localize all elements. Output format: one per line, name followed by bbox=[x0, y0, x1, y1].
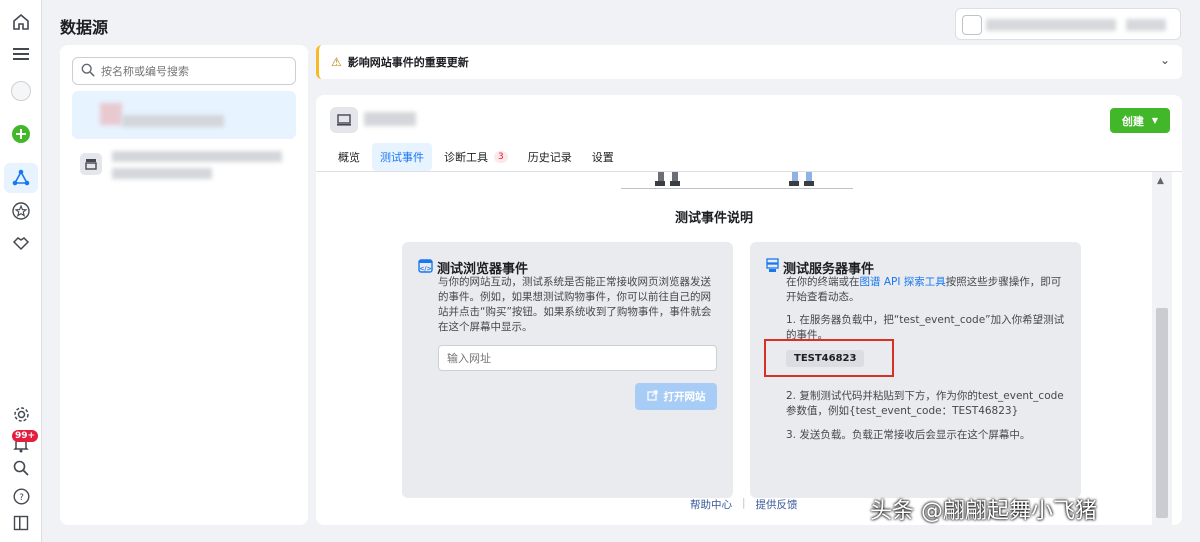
graph-api-explorer-link[interactable]: 图谱 API 探索工具 bbox=[860, 276, 946, 288]
tab-label: 诊断工具 bbox=[444, 151, 488, 164]
tab-diagnostics[interactable]: 诊断工具 3 bbox=[436, 143, 516, 171]
browser-card-description: 与你的网站互动，测试系统是否能正常接收网页浏览器发送的事件。例如，如果想测试购物… bbox=[438, 276, 712, 333]
tab-label: 测试事件 bbox=[380, 151, 424, 164]
chevron-down-icon[interactable]: ⌄ bbox=[1160, 53, 1170, 67]
create-button-label: 创建 bbox=[1121, 114, 1144, 128]
data-source-item-selected[interactable] bbox=[72, 91, 296, 139]
server-step-2: 2. 复制测试代码并粘贴到下方，作为你的test_event_code参数值，例… bbox=[786, 390, 1064, 417]
banner-text: 影响网站事件的重要更新 bbox=[347, 56, 469, 69]
important-update-banner[interactable]: ⚠ 影响网站事件的重要更新 ⌄ bbox=[316, 45, 1182, 79]
data-source-search[interactable] bbox=[72, 57, 296, 85]
test-event-code[interactable]: TEST46823 bbox=[786, 350, 865, 367]
scrollbar-thumb[interactable] bbox=[1156, 308, 1168, 518]
external-link-icon bbox=[646, 389, 658, 404]
illustration-ground-line bbox=[621, 188, 853, 189]
help-icon[interactable]: ? bbox=[9, 484, 33, 508]
website-url-input[interactable] bbox=[438, 345, 717, 371]
notifications-count-badge: 99+ bbox=[12, 430, 39, 442]
svg-text:</>: </> bbox=[419, 265, 431, 272]
redacted-account-name bbox=[986, 19, 1116, 31]
star-icon[interactable] bbox=[9, 199, 33, 223]
server-icon bbox=[766, 258, 779, 277]
computer-icon bbox=[330, 107, 358, 133]
test-code-highlight-box: TEST46823 bbox=[764, 339, 894, 377]
watermark: 头条 @翩翩起舞小飞猪 bbox=[870, 499, 1097, 524]
open-website-button[interactable]: 打开网站 bbox=[635, 383, 717, 410]
search-input[interactable] bbox=[101, 64, 281, 78]
footer-separator: | bbox=[742, 497, 746, 509]
test-events-panel: 创建 ▼ 概览 测试事件 诊断工具 3 历史记录 设置 测试事件说明 </> 测试… bbox=[316, 95, 1182, 525]
browser-events-card: </> 测试浏览器事件 与你的网站互动，测试系统是否能正常接收网页浏览器发送的事… bbox=[402, 242, 733, 498]
add-icon[interactable] bbox=[9, 122, 33, 146]
tab-overview[interactable]: 概览 bbox=[330, 143, 368, 171]
redacted-source-name bbox=[112, 151, 282, 162]
settings-gear-icon[interactable] bbox=[9, 402, 33, 426]
home-icon[interactable] bbox=[9, 10, 33, 34]
help-center-link[interactable]: 帮助中心 bbox=[690, 497, 732, 512]
content-scrollbar[interactable]: ▲ bbox=[1152, 172, 1172, 525]
warning-icon: ⚠ bbox=[331, 55, 342, 69]
svg-text:?: ? bbox=[19, 493, 24, 503]
partner-icon[interactable] bbox=[9, 231, 33, 255]
server-events-card: 测试服务器事件 在你的终端或在图谱 API 探索工具按照这些步骤操作，即可开始查… bbox=[750, 242, 1081, 498]
tab-history[interactable]: 历史记录 bbox=[520, 143, 580, 171]
create-button[interactable]: 创建 ▼ bbox=[1110, 108, 1170, 133]
section-title: 测试事件说明 bbox=[674, 211, 753, 226]
code-window-icon: </> bbox=[418, 258, 433, 277]
scroll-up-arrow-icon[interactable]: ▲ bbox=[1157, 176, 1164, 186]
feedback-link[interactable]: 提供反馈 bbox=[756, 497, 798, 512]
redacted-data-source-name bbox=[364, 112, 416, 126]
icon-rail: 99+ ? bbox=[0, 0, 42, 542]
business-account-icon bbox=[962, 15, 982, 35]
search-icon[interactable] bbox=[9, 456, 33, 480]
tab-test-events[interactable]: 测试事件 bbox=[372, 143, 432, 171]
server-card-intro: 在你的终端或在图谱 API 探索工具按照这些步骤操作，即可开始查看动态。 bbox=[786, 275, 1069, 305]
server-intro-pre: 在你的终端或在 bbox=[786, 276, 860, 288]
footer-links: 帮助中心 | 提供反馈 bbox=[690, 497, 798, 512]
store-icon bbox=[80, 153, 102, 178]
server-step-3: 3. 发送负载。负载正常接收后会显示在这个屏幕中。 bbox=[786, 429, 1031, 441]
diagnostics-count-badge: 3 bbox=[494, 151, 508, 163]
account-avatar-icon[interactable] bbox=[9, 79, 33, 103]
caret-down-icon: ▼ bbox=[1151, 116, 1159, 125]
tab-label: 历史记录 bbox=[527, 151, 572, 164]
business-account-selector[interactable] bbox=[955, 8, 1181, 40]
tab-label: 概览 bbox=[338, 151, 360, 164]
data-source-list-panel bbox=[60, 45, 308, 525]
redacted-source-name bbox=[122, 115, 224, 127]
redacted-account-id bbox=[1126, 19, 1166, 31]
tab-bar: 概览 测试事件 诊断工具 3 历史记录 设置 bbox=[330, 143, 622, 171]
tab-settings[interactable]: 设置 bbox=[584, 143, 622, 171]
tab-label: 设置 bbox=[591, 151, 614, 164]
collapse-panel-icon[interactable] bbox=[9, 511, 33, 535]
page-title: 数据源 bbox=[60, 18, 109, 37]
menu-icon[interactable] bbox=[9, 42, 33, 66]
redacted-source-id bbox=[112, 168, 212, 179]
redacted-source-icon bbox=[100, 103, 122, 125]
data-source-item[interactable] bbox=[72, 143, 296, 191]
search-icon bbox=[81, 63, 95, 80]
events-manager-icon[interactable] bbox=[9, 166, 33, 190]
open-website-label: 打开网站 bbox=[663, 391, 706, 403]
